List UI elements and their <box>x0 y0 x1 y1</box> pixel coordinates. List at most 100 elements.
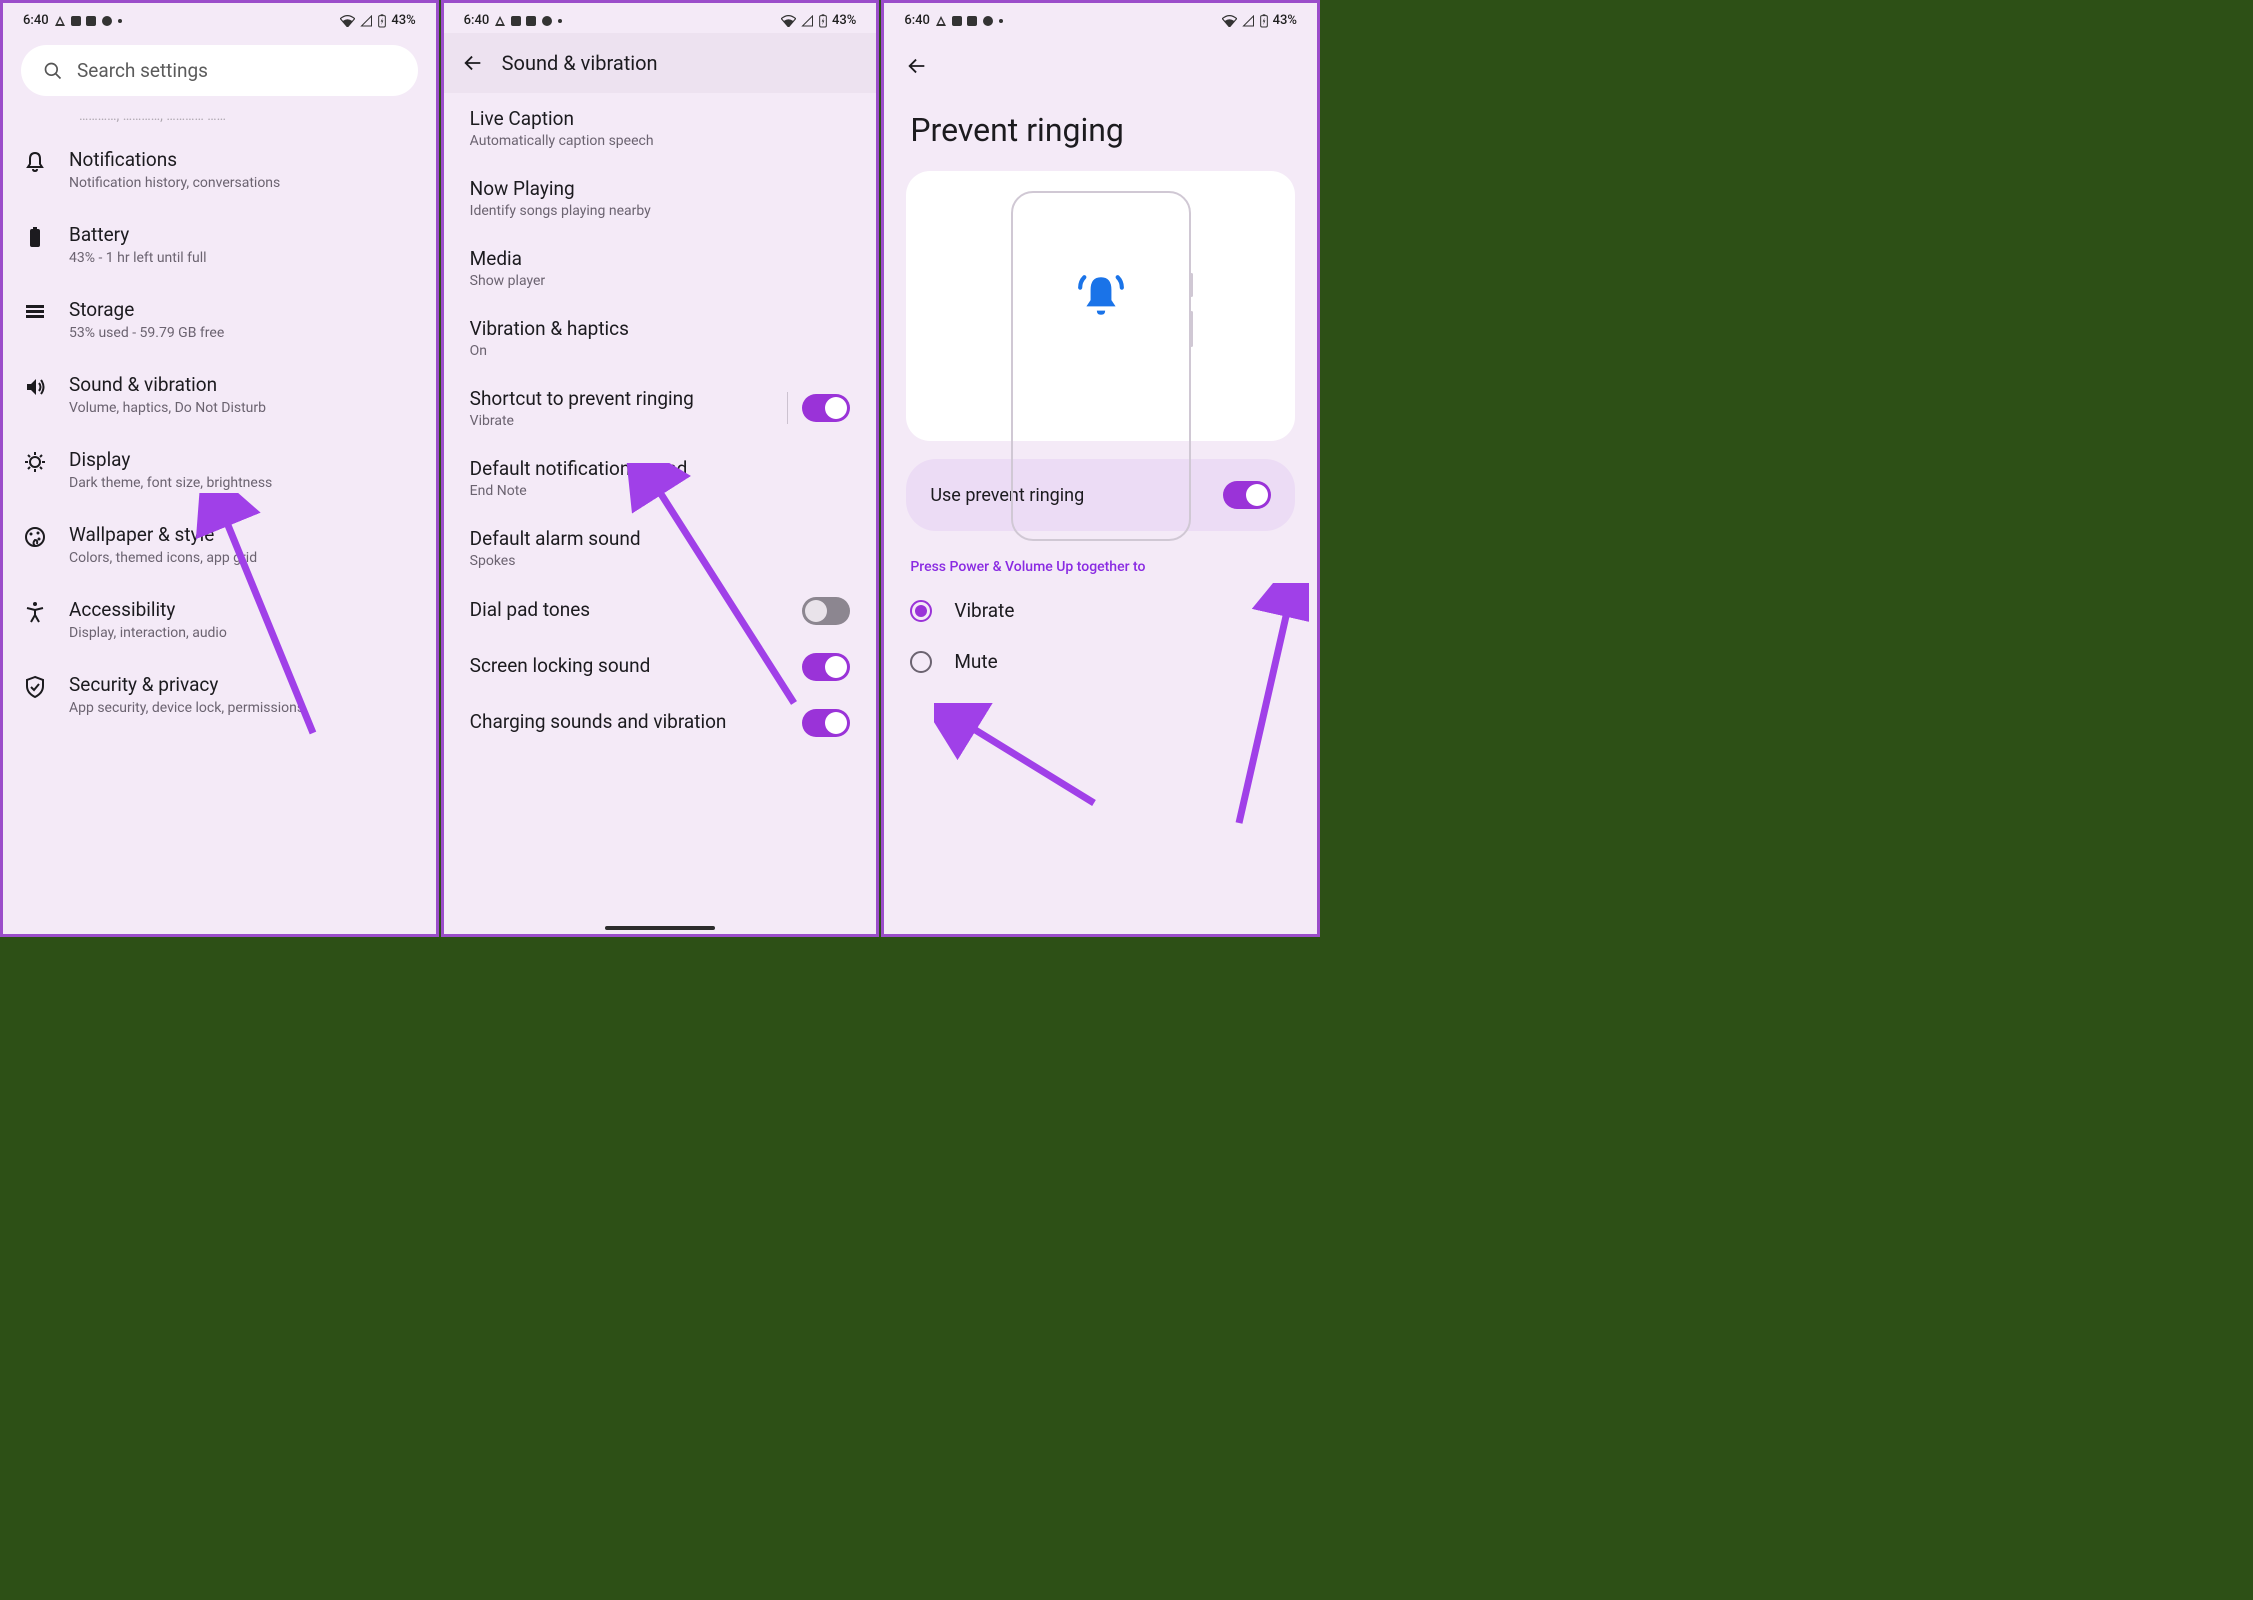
wifi-icon <box>781 15 796 27</box>
item-subtitle: Colors, themed icons, app grid <box>69 550 257 566</box>
row-title: Live Caption <box>470 107 654 130</box>
item-subtitle: 43% - 1 hr left until full <box>69 250 207 266</box>
item-title: Battery <box>69 223 207 246</box>
battery-icon <box>378 14 386 28</box>
battery-percent: 43% <box>832 13 856 28</box>
item-subtitle: Volume, haptics, Do Not Disturb <box>69 400 266 416</box>
row-subtitle: Identify songs playing nearby <box>470 203 651 219</box>
use-prevent-ringing-toggle[interactable] <box>1223 481 1271 509</box>
toggle-switch[interactable] <box>802 394 850 422</box>
item-subtitle: Notification history, conversations <box>69 175 280 191</box>
status-bar: 6:40 43% <box>884 3 1317 33</box>
toggle-switch[interactable] <box>802 653 850 681</box>
row-subtitle: Show player <box>470 273 545 289</box>
item-title: Sound & vibration <box>69 373 266 396</box>
app-icon <box>967 16 977 26</box>
settings-item-battery[interactable]: Battery 43% - 1 hr left until full <box>3 207 436 282</box>
radio-label: Mute <box>954 650 997 673</box>
app-icon <box>526 16 536 26</box>
setting-row[interactable]: Vibration & haptics On <box>444 303 877 373</box>
app-icon <box>982 15 994 27</box>
status-time: 6:40 <box>904 13 930 28</box>
bell-icon <box>23 150 47 174</box>
row-title: Vibration & haptics <box>470 317 629 340</box>
setting-row[interactable]: Dial pad tones <box>444 583 877 639</box>
accessibility-icon <box>23 600 47 624</box>
search-placeholder: Search settings <box>77 59 208 82</box>
app-icon <box>86 16 96 26</box>
settings-item-bell[interactable]: Notifications Notification history, conve… <box>3 132 436 207</box>
radio-option[interactable]: Vibrate <box>884 585 1317 636</box>
setting-row[interactable]: Live Caption Automatically caption speech <box>444 93 877 163</box>
settings-main-screen: 6:40 43% Search settings …………, …………, ………… <box>0 0 439 937</box>
nav-bar-pill[interactable] <box>605 926 715 930</box>
truncated-item: …………, …………, ………… …… <box>3 108 436 132</box>
settings-item-display[interactable]: DisplayDark theme, font size, brightness <box>3 432 436 507</box>
status-bar: 6:40 43% <box>3 3 436 33</box>
setting-row[interactable]: Now Playing Identify songs playing nearby <box>444 163 877 233</box>
prevent-ringing-screen: 6:40 43% Prevent ringing Use prevent rin <box>881 0 1320 937</box>
toggle-switch[interactable] <box>802 709 850 737</box>
settings-item-storage[interactable]: Storage53% used - 59.79 GB free <box>3 282 436 357</box>
signal-icon <box>1242 15 1255 27</box>
radio-label: Vibrate <box>954 599 1014 622</box>
app-icon <box>935 15 947 27</box>
sound-vibration-screen: 6:40 43% Sound & vibration Live Caption A… <box>441 0 880 937</box>
more-icon <box>558 19 562 23</box>
settings-item-security[interactable]: Security & privacy App security, device l… <box>3 657 436 732</box>
toggle-switch[interactable] <box>802 597 850 625</box>
wifi-icon <box>1222 15 1237 27</box>
item-title: Wallpaper & style <box>69 523 257 546</box>
security-icon <box>23 675 47 699</box>
app-bar: Sound & vibration <box>444 33 877 93</box>
setting-row[interactable]: Screen locking sound <box>444 639 877 695</box>
radio-option[interactable]: Mute <box>884 636 1317 687</box>
row-title: Now Playing <box>470 177 651 200</box>
item-subtitle: App security, device lock, permissions <box>69 700 304 716</box>
setting-row[interactable]: Shortcut to prevent ringingVibrate <box>444 373 877 443</box>
row-title: Screen locking sound <box>470 654 651 677</box>
setting-row[interactable]: Default alarm sound Spokes <box>444 513 877 583</box>
app-icon <box>101 15 113 27</box>
wifi-icon <box>340 15 355 27</box>
setting-row[interactable]: Media Show player <box>444 233 877 303</box>
row-subtitle: Spokes <box>470 553 641 569</box>
battery-icon <box>1260 14 1268 28</box>
item-subtitle: Dark theme, font size, brightness <box>69 475 272 491</box>
item-title: Security & privacy <box>69 673 304 696</box>
battery-icon <box>819 14 827 28</box>
battery-percent: 43% <box>1273 13 1297 28</box>
more-icon <box>118 19 122 23</box>
setting-row[interactable]: Charging sounds and vibration <box>444 695 877 751</box>
settings-item-wallpaper[interactable]: Wallpaper & style Colors, themed icons, a… <box>3 507 436 582</box>
app-icon <box>541 15 553 27</box>
item-subtitle: Display, interaction, audio <box>69 625 227 641</box>
more-icon <box>999 19 1003 23</box>
row-title: Media <box>470 247 545 270</box>
back-arrow-icon[interactable] <box>462 52 484 74</box>
setting-row[interactable]: Default notification soundEnd Note <box>444 443 877 513</box>
settings-item-accessibility[interactable]: Accessibility Display, interaction, audio <box>3 582 436 657</box>
app-icon <box>71 16 81 26</box>
row-subtitle: Vibrate <box>470 413 694 429</box>
display-icon <box>23 450 47 474</box>
radio-button[interactable] <box>910 651 932 673</box>
row-subtitle: End Note <box>470 483 688 499</box>
status-time: 6:40 <box>464 13 490 28</box>
app-icon <box>952 16 962 26</box>
screen-title: Sound & vibration <box>502 51 658 75</box>
row-subtitle: On <box>470 343 629 359</box>
annotation-arrow <box>934 703 1114 823</box>
settings-item-sound[interactable]: Sound & vibration Volume, haptics, Do Not… <box>3 357 436 432</box>
illustration <box>906 171 1295 441</box>
item-title: Accessibility <box>69 598 227 621</box>
sound-icon <box>23 375 47 399</box>
back-arrow-icon[interactable] <box>906 55 928 77</box>
row-title: Default alarm sound <box>470 527 641 550</box>
storage-icon <box>23 300 47 324</box>
row-title: Dial pad tones <box>470 598 590 621</box>
row-subtitle: Automatically caption speech <box>470 133 654 149</box>
search-settings-input[interactable]: Search settings <box>21 45 418 96</box>
item-title: Notifications <box>69 148 280 171</box>
radio-button[interactable] <box>910 600 932 622</box>
